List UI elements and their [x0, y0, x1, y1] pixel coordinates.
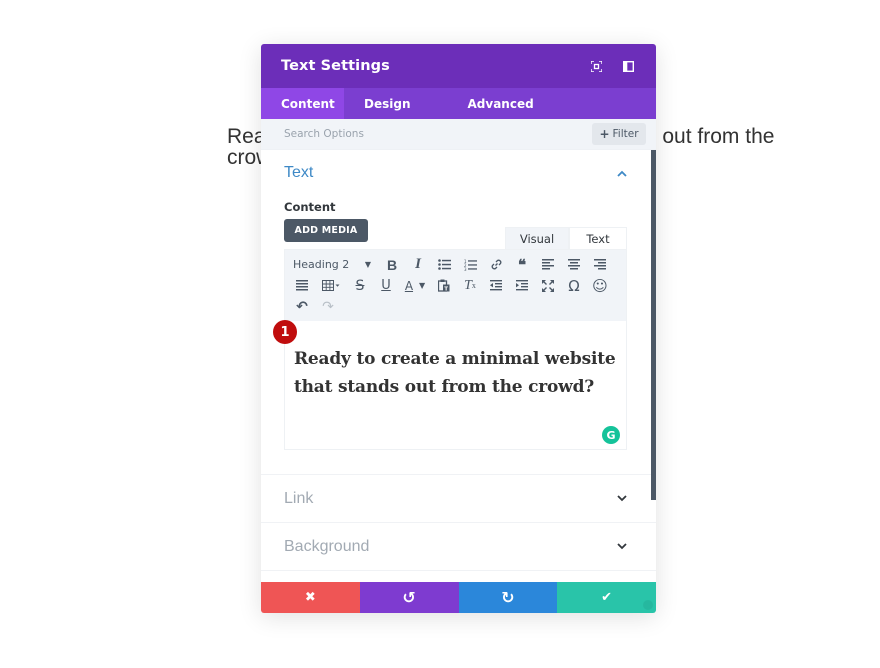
expand-icon[interactable] — [588, 58, 604, 74]
visual-tab[interactable]: Visual — [505, 227, 569, 249]
undo-button[interactable]: ↺ — [359, 582, 459, 613]
grammarly-icon[interactable]: G — [602, 426, 620, 444]
clear-formatting-icon[interactable]: Tx — [457, 275, 483, 296]
caret-down-icon: ▼ — [364, 260, 371, 269]
content-label: Content — [284, 200, 336, 214]
undo-icon[interactable]: ↶ — [289, 296, 315, 317]
blockquote-icon[interactable]: ❝ — [509, 254, 535, 275]
tab-advanced[interactable]: Advanced — [431, 88, 554, 119]
plus-icon: + — [599, 127, 610, 141]
bold-icon[interactable]: B — [379, 254, 405, 275]
link-section-header[interactable]: Link — [261, 475, 656, 522]
svg-text:T: T — [444, 287, 448, 293]
undo-icon: ↺ — [402, 588, 416, 607]
rich-text-editor: Heading 2 ▼ B I 123 ❝ S U A ▼ T T x Ω ☺ … — [273, 249, 627, 450]
save-button[interactable]: ✔ — [557, 582, 656, 613]
text-tab[interactable]: Text — [569, 227, 627, 249]
tab-design[interactable]: Design — [344, 88, 431, 119]
link-icon[interactable] — [483, 254, 509, 275]
link-section-title: Link — [284, 489, 314, 507]
resize-handle[interactable] — [643, 600, 653, 610]
sidebar-toggle-icon[interactable] — [620, 58, 636, 74]
numbered-list-icon[interactable]: 123 — [457, 254, 483, 275]
italic-icon[interactable]: I — [405, 254, 431, 275]
chevron-down-icon[interactable] — [616, 541, 628, 553]
indent-icon[interactable] — [509, 275, 535, 296]
editor-mode-tabs: Visual Text — [505, 227, 627, 249]
tab-content[interactable]: Content — [261, 88, 344, 119]
modal-footer: ✖ ↺ ↻ ✔ — [261, 582, 656, 613]
svg-text:3: 3 — [464, 267, 467, 271]
align-right-icon[interactable] — [587, 254, 613, 275]
settings-content: Text Content ADD MEDIA Visual Text Headi… — [261, 150, 656, 582]
outdent-icon[interactable] — [483, 275, 509, 296]
background-section-title: Background — [284, 537, 370, 555]
modal-header: Text Settings — [261, 44, 656, 88]
editor-heading-text[interactable]: Ready to create a minimal website that s… — [294, 345, 616, 401]
filter-button[interactable]: + Filter — [592, 123, 646, 145]
search-bar: Search Options + Filter — [261, 119, 656, 150]
special-character-icon[interactable]: Ω — [561, 275, 587, 296]
redo-icon: ↻ — [501, 588, 515, 607]
link-section: Link — [261, 475, 656, 523]
media-row: ADD MEDIA Visual Text — [261, 219, 656, 249]
modal-title: Text Settings — [281, 58, 390, 74]
underline-icon[interactable]: U — [373, 275, 399, 296]
strikethrough-icon[interactable]: S — [347, 275, 373, 296]
text-color-icon[interactable]: A ▼ — [399, 275, 431, 296]
redo-icon[interactable]: ↷ — [315, 296, 341, 317]
filter-label: Filter — [612, 128, 639, 140]
chevron-down-icon[interactable] — [616, 493, 628, 505]
add-media-button[interactable]: ADD MEDIA — [284, 219, 368, 242]
align-justify-icon[interactable] — [289, 275, 315, 296]
paste-as-text-icon[interactable]: T — [431, 275, 457, 296]
discard-button[interactable]: ✖ — [261, 582, 360, 613]
align-left-icon[interactable] — [535, 254, 561, 275]
close-icon: ✖ — [304, 590, 316, 605]
chevron-up-icon[interactable] — [616, 167, 628, 179]
table-icon[interactable] — [315, 275, 347, 296]
editor-toolbar: Heading 2 ▼ B I 123 ❝ S U A ▼ T T x Ω ☺ … — [285, 250, 626, 321]
format-select[interactable]: Heading 2 ▼ — [289, 254, 379, 275]
check-icon: ✔ — [601, 590, 613, 605]
modal-tabs: Content Design Advanced — [261, 88, 656, 119]
text-settings-modal: Text Settings Content Design Advanced Se… — [261, 44, 656, 613]
fullscreen-icon[interactable] — [535, 275, 561, 296]
text-section-title: Text — [284, 164, 314, 181]
background-section-header[interactable]: Background — [261, 523, 656, 570]
editor-content-area[interactable]: 1 Ready to create a minimal website that… — [273, 320, 626, 449]
format-select-value: Heading 2 — [293, 258, 350, 271]
scrollbar[interactable] — [651, 150, 656, 500]
text-section: Text Content ADD MEDIA Visual Text Headi… — [261, 150, 656, 475]
redo-button[interactable]: ↻ — [458, 582, 558, 613]
search-input[interactable]: Search Options — [284, 128, 592, 140]
step-badge: 1 — [273, 320, 297, 344]
bullet-list-icon[interactable] — [431, 254, 457, 275]
align-center-icon[interactable] — [561, 254, 587, 275]
text-section-header[interactable]: Text — [261, 150, 656, 196]
background-section: Background — [261, 523, 656, 571]
emoji-icon[interactable]: ☺ — [587, 275, 613, 296]
